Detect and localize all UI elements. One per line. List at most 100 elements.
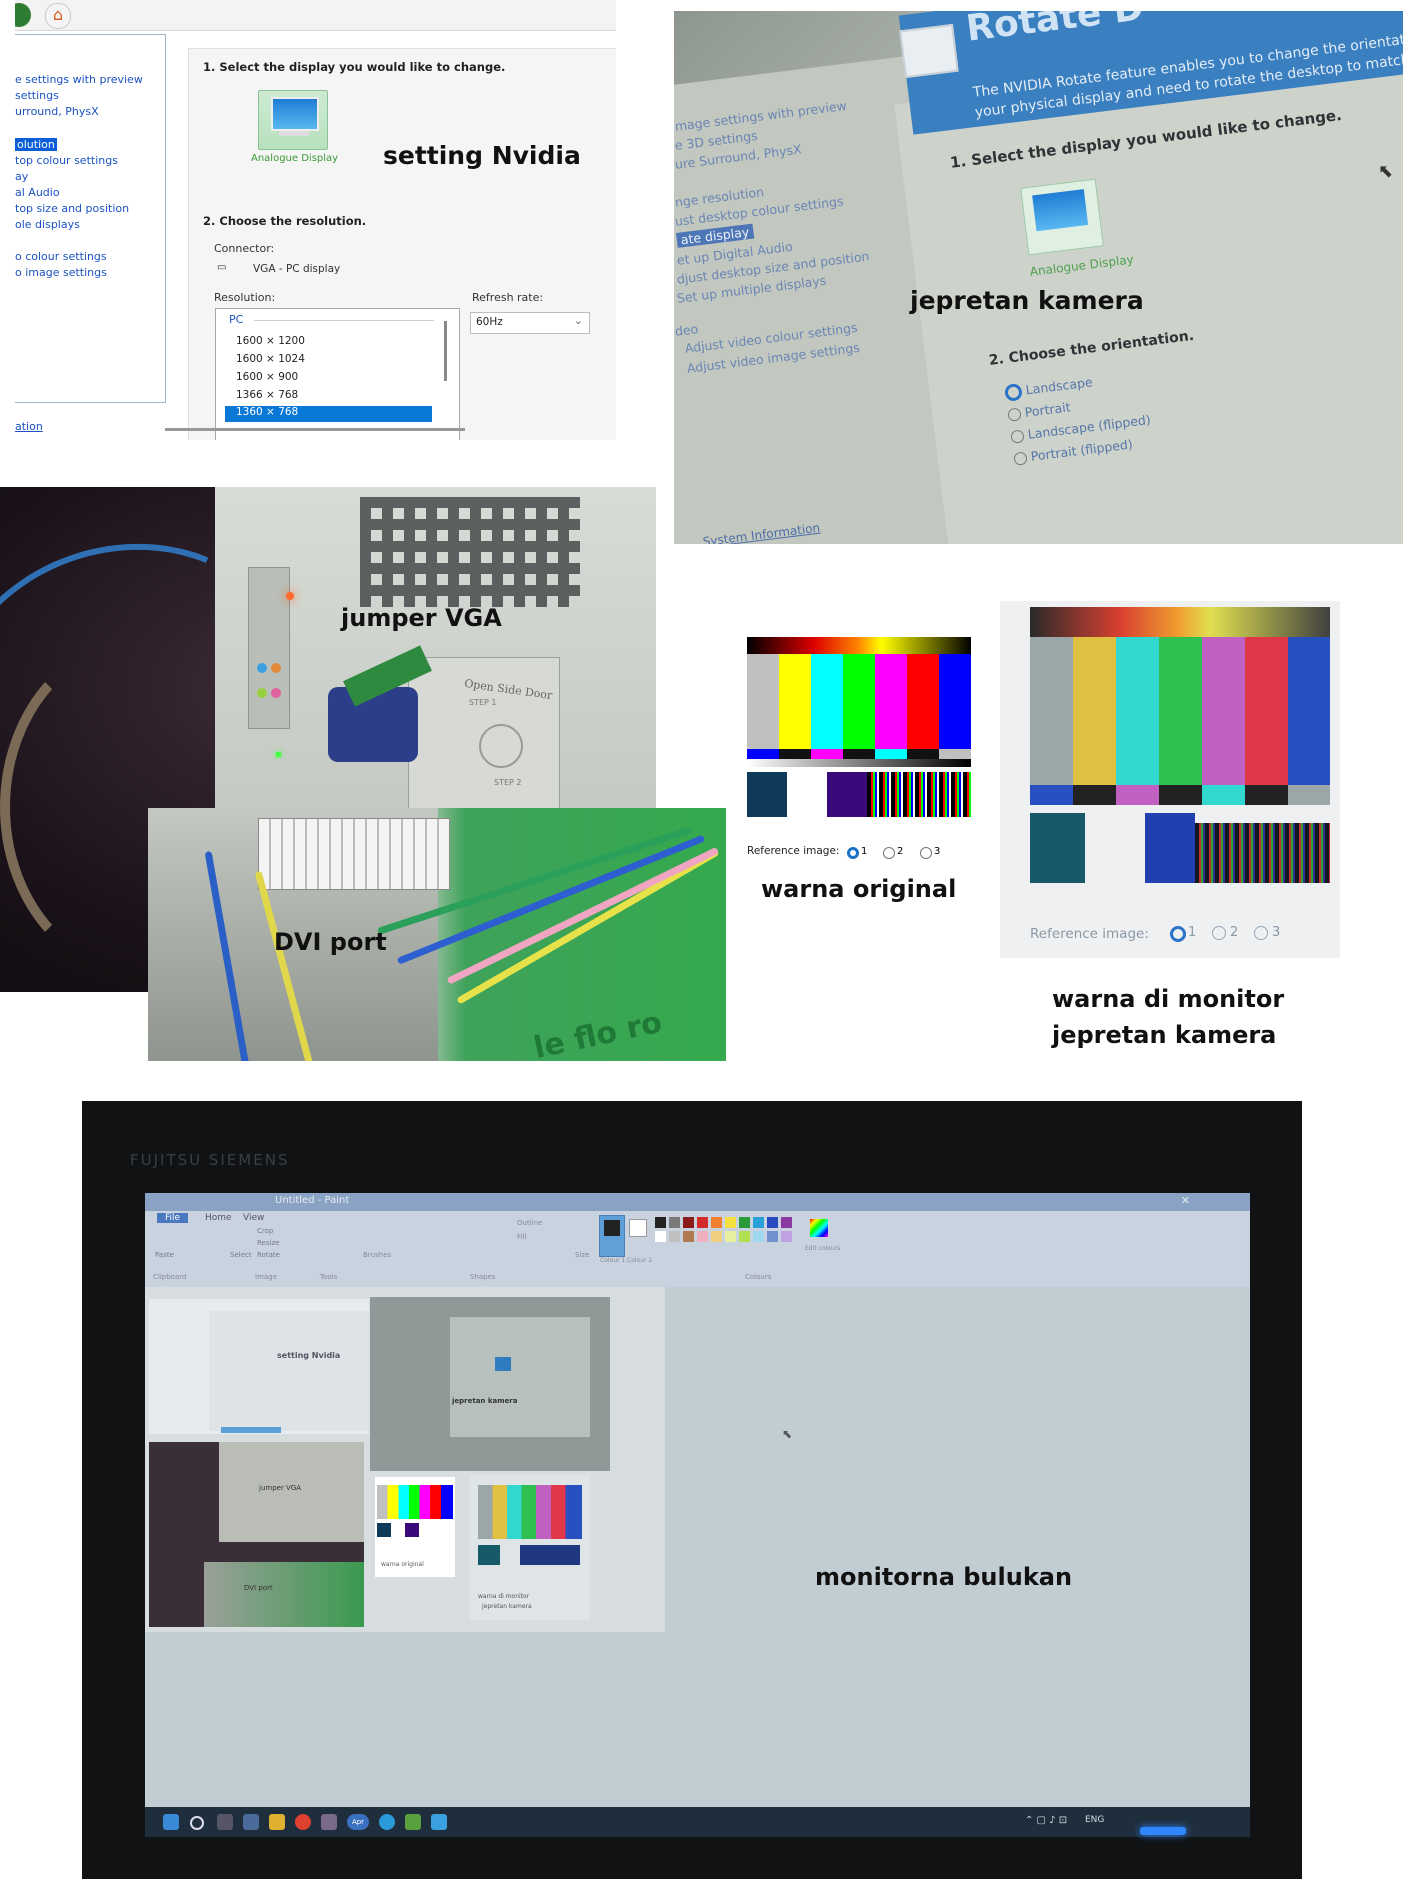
nav-item[interactable]: al Audio [15,186,60,199]
radio-selected-icon[interactable] [847,847,859,859]
list-item[interactable]: 1600 × 1200 [236,335,305,347]
home-icon[interactable]: ⌂ [45,3,71,29]
palette-swatch[interactable] [711,1217,722,1228]
photo-color-bar [1073,637,1116,785]
palette-swatch[interactable] [669,1231,680,1242]
photo-reverse-bars [1030,785,1330,805]
photo-radio-label: 2 [1230,925,1239,940]
radio-label: 2 [897,846,904,857]
paint-icon[interactable] [431,1814,447,1830]
tab-view[interactable]: View [243,1213,264,1223]
palette-swatch[interactable] [753,1217,764,1228]
display-label: Analogue Display [251,153,339,164]
palette-swatch[interactable] [669,1217,680,1228]
list-item[interactable]: 1366 × 768 [236,389,298,401]
radio-label: 1 [861,846,868,857]
thumb-rotate: jepretan kamera [370,1297,610,1471]
step2-heading: 2. Choose the resolution. [203,214,367,228]
palette-swatch[interactable] [739,1217,750,1228]
palette-swatch[interactable] [683,1217,694,1228]
close-icon[interactable]: ✕ [1181,1194,1190,1207]
thumb-caption: warna original [381,1561,424,1568]
lock-icon [479,724,523,768]
nav-item[interactable]: top size and position [15,202,129,215]
select-button[interactable]: Select [230,1251,252,1259]
app-badge-icon[interactable]: Apr [347,1814,369,1830]
colour1-button[interactable] [599,1215,625,1257]
scrollbar[interactable] [444,321,447,381]
paint-canvas[interactable]: setting Nvidia jepretan kamera jumper VG… [145,1287,1250,1837]
edit-colours-icon[interactable] [810,1219,828,1237]
photo-reference-label: Reference image: [1030,926,1149,942]
folder-icon[interactable] [269,1814,285,1830]
palette-swatch[interactable] [697,1217,708,1228]
nav-item[interactable]: e settings with preview [15,73,143,86]
caption-warna-di-monitor: warna di monitor [1052,985,1285,1013]
radio-icon[interactable] [920,847,932,859]
paste-button[interactable]: Paste [155,1251,174,1259]
nvidia-icon[interactable] [405,1814,421,1830]
palette-swatch[interactable] [767,1217,778,1228]
group-tools: Tools [320,1273,338,1281]
photo-radio-icon [1212,926,1226,940]
horizontal-scrollbar[interactable] [165,428,465,431]
connector-value: VGA - PC display [253,263,341,275]
search-icon[interactable] [190,1816,204,1830]
system-info-link[interactable]: ation [15,420,43,433]
language-indicator[interactable]: ENG [1085,1815,1104,1825]
colour2-button[interactable] [629,1219,647,1237]
palette-swatch[interactable] [725,1231,736,1242]
thumb-original-colors: warna original [375,1477,455,1577]
resolution-list[interactable]: PC 1600 × 1200 1600 × 1024 1600 × 900 13… [215,308,460,440]
nav-item[interactable]: o colour settings [15,250,107,263]
outline-button[interactable]: Outline [517,1219,542,1227]
palette-swatch[interactable] [711,1231,722,1242]
size-button[interactable]: Size [575,1251,589,1259]
nav-item[interactable]: top colour settings [15,154,118,167]
palette-swatch[interactable] [767,1231,778,1242]
palette-swatch[interactable] [781,1231,792,1242]
fill-button[interactable]: Fill [517,1233,526,1241]
monitor-icon[interactable] [258,90,328,150]
list-item[interactable]: 1600 × 1024 [236,353,305,365]
photo-color-bar [1116,637,1159,785]
color-bar [875,654,907,749]
list-item[interactable]: 1600 × 900 [236,371,298,383]
group-colours: Colours [745,1273,772,1281]
rotate-button[interactable]: Rotate [257,1251,280,1259]
color-bar [939,654,971,749]
radio-label: 3 [934,846,941,857]
forward-icon[interactable] [15,3,31,27]
nav-item[interactable]: urround, PhysX [15,105,99,118]
palette-swatch[interactable] [683,1231,694,1242]
palette-swatch[interactable] [753,1231,764,1242]
widgets-icon[interactable] [243,1814,259,1830]
palette-swatch[interactable] [781,1217,792,1228]
tab-file[interactable]: File [157,1213,189,1223]
resize-button[interactable]: Resize [257,1239,279,1247]
palette-swatch[interactable] [655,1217,666,1228]
thumb-monitor-colors: warna di monitor jepretan kamera [470,1475,590,1620]
colour2-label: Colour 2 [627,1257,653,1264]
start-icon[interactable] [163,1814,179,1830]
app-icon[interactable] [321,1814,337,1830]
crop-button[interactable]: Crop [257,1227,273,1235]
palette-swatch[interactable] [697,1231,708,1242]
tray-icons[interactable]: ⌃ ▢ ♪ ⊡ [1025,1815,1067,1826]
nav-item[interactable]: ole displays [15,218,80,231]
nav-item-selected[interactable]: olution [15,138,57,151]
task-view-icon[interactable] [217,1814,233,1830]
palette-swatch[interactable] [655,1231,666,1242]
nav-item[interactable]: ay [15,170,28,183]
nav-item[interactable]: settings [15,89,59,102]
edge-icon[interactable] [379,1814,395,1830]
nav-item[interactable]: o image settings [15,266,107,279]
refresh-rate-select[interactable]: 60Hz ⌄ [470,312,590,334]
palette-swatch[interactable] [739,1231,750,1242]
radio-icon[interactable] [883,847,895,859]
chrome-icon[interactable] [295,1814,311,1830]
list-item-selected[interactable]: 1360 × 768 [225,406,432,422]
palette-swatch[interactable] [725,1217,736,1228]
group-brushes[interactable]: Brushes [363,1251,391,1259]
tab-home[interactable]: Home [205,1213,232,1223]
